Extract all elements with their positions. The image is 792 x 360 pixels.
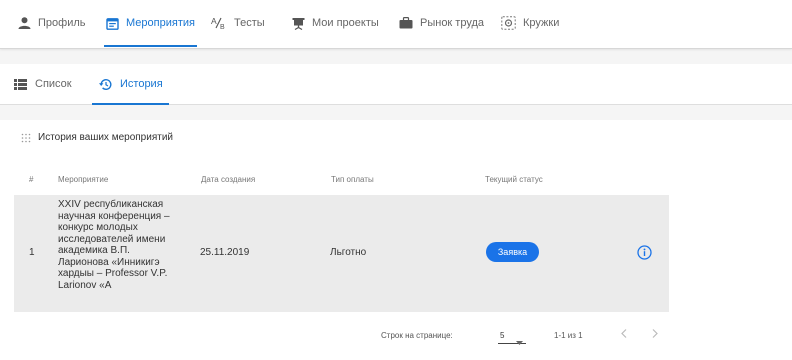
subtab-label: История	[120, 78, 163, 90]
dropdown-arrow-icon	[516, 332, 523, 350]
next-page-button[interactable]	[648, 326, 662, 340]
info-icon	[636, 244, 652, 260]
status-badge[interactable]: Заявка	[486, 242, 539, 262]
chevron-left-icon	[621, 328, 627, 338]
nav-tab-label: Тесты	[234, 17, 265, 29]
column-header-date: Дата создания	[201, 175, 256, 184]
payment-type: Льготно	[330, 247, 367, 258]
calendar-icon	[106, 17, 119, 30]
nav-tab-events[interactable]: Мероприятия	[104, 0, 197, 47]
presentation-icon	[292, 17, 305, 30]
nav-tab-my-projects[interactable]: Мои проекты	[292, 0, 379, 46]
svg-text:A: A	[211, 16, 217, 26]
nav-tab-tests[interactable]: AB Тесты	[211, 0, 265, 46]
event-name-line: конкурс молодых	[58, 222, 138, 233]
svg-text:B: B	[220, 24, 225, 30]
nav-tab-clubs[interactable]: Кружки	[501, 0, 559, 46]
history-card: История ваших мероприятий # Мероприятие …	[0, 120, 792, 360]
nav-tab-label: Профиль	[38, 17, 86, 29]
event-name-line: Larionov «A	[58, 279, 112, 291]
circles-icon	[501, 16, 516, 30]
history-icon	[98, 78, 112, 91]
event-name: XXIV республиканская научная конференция…	[58, 199, 180, 291]
column-header-event: Мероприятие	[58, 175, 109, 184]
rows-per-page-label: Строк на странице:	[381, 331, 453, 340]
event-name-line: хардыы – Professor V.P.	[58, 268, 168, 279]
table-row[interactable]: 1 XXIV республиканская научная конференц…	[14, 195, 669, 312]
column-header-number: #	[29, 175, 34, 184]
subtab-label: Список	[35, 78, 72, 90]
briefcase-icon	[399, 17, 413, 29]
nav-tab-label: Рынок труда	[420, 17, 485, 29]
creation-date: 25.11.2019	[200, 247, 250, 258]
top-navigation: Профиль Мероприятия AB Тесты Мои проекты…	[0, 0, 792, 49]
page-range: 1-1 из 1	[554, 331, 583, 340]
ab-icon: AB	[211, 16, 227, 30]
rows-per-page-select[interactable]: 5	[498, 325, 526, 345]
subtab-list[interactable]: Список	[14, 64, 72, 104]
subtab-history[interactable]: История	[92, 64, 169, 105]
event-name-line: исследователей имени	[58, 233, 166, 245]
event-name-line: научная конференция –	[58, 210, 170, 222]
info-button[interactable]	[635, 243, 653, 261]
event-name-line: XXIV республиканская	[58, 199, 164, 210]
nav-tab-label: Мероприятия	[126, 17, 195, 29]
chevron-right-icon	[652, 328, 658, 338]
row-number: 1	[29, 247, 35, 258]
rows-per-page-value: 5	[500, 331, 505, 340]
section-title-text: История ваших мероприятий	[38, 132, 173, 143]
nav-tab-label: Кружки	[523, 17, 560, 29]
column-header-payment: Тип оплаты	[331, 175, 374, 184]
person-icon	[18, 17, 31, 29]
event-name-line: Ларионова «Инникигэ	[58, 256, 160, 268]
section-title: История ваших мероприятий	[21, 132, 173, 143]
nav-tab-profile[interactable]: Профиль	[18, 0, 86, 46]
event-name-line: академика В.П.	[58, 245, 130, 256]
nav-tab-job-market[interactable]: Рынок труда	[399, 0, 484, 46]
prev-page-button[interactable]	[617, 326, 631, 340]
list-icon	[14, 78, 27, 90]
column-header-status: Текущий статус	[485, 175, 543, 184]
sub-navigation: Список История	[0, 64, 792, 105]
grid-dots-icon	[21, 133, 31, 143]
nav-tab-label: Мои проекты	[312, 17, 379, 29]
